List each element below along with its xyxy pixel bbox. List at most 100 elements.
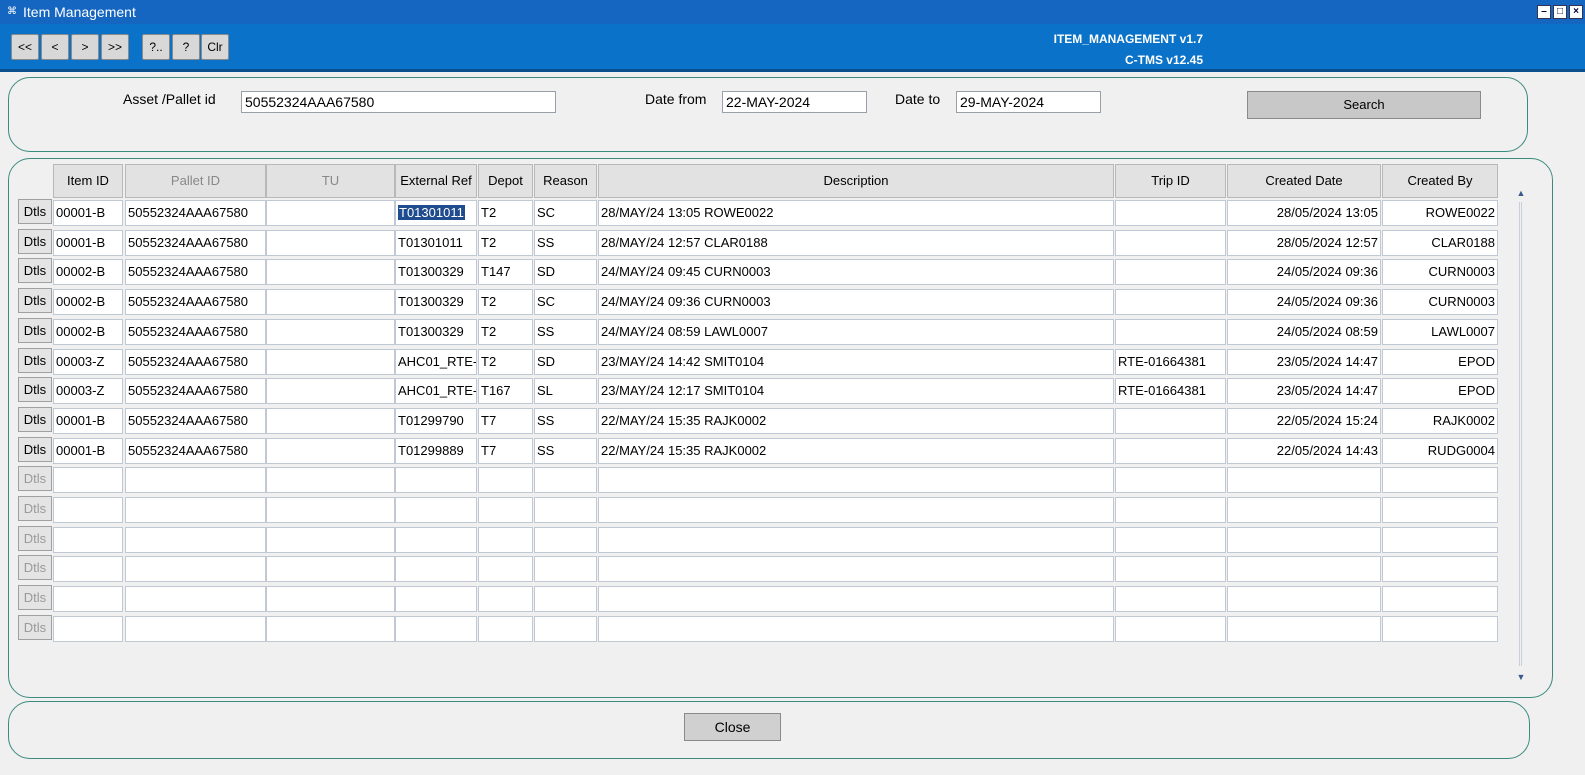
col-item-id[interactable]: Item ID [53,164,123,198]
cell-trip-id[interactable] [1115,259,1226,285]
cell-created-by[interactable] [1382,586,1498,612]
cell-created-date[interactable] [1227,527,1381,553]
cell-created-by[interactable]: LAWL0007 [1382,319,1498,345]
cell-created-date[interactable]: 28/05/2024 12:57 [1227,230,1381,256]
cell-depot[interactable]: T7 [478,408,533,434]
cell-tu[interactable] [266,378,395,404]
next-record-button[interactable]: > [71,34,99,60]
cell-created-date[interactable]: 24/05/2024 08:59 [1227,319,1381,345]
cell-trip-id[interactable] [1115,527,1226,553]
cell-description[interactable]: 22/MAY/24 15:35 RAJK0002 [598,408,1114,434]
details-button[interactable]: Dtls [18,377,52,402]
cell-created-by[interactable] [1382,497,1498,523]
cell-created-by[interactable]: CURN0003 [1382,259,1498,285]
cell-item-id[interactable]: 00003-Z [53,349,123,375]
cell-reason[interactable]: SD [534,349,597,375]
cell-item-id[interactable]: 00002-B [53,289,123,315]
col-created-date[interactable]: Created Date [1227,164,1381,198]
cell-description[interactable]: 23/MAY/24 14:42 SMIT0104 [598,349,1114,375]
cell-depot[interactable] [478,556,533,582]
cell-pallet-id[interactable] [125,616,266,642]
cell-external-ref[interactable]: T01300329 [395,259,477,285]
search-button[interactable]: Search [1247,91,1481,119]
close-window-icon[interactable]: × [1569,5,1583,19]
cell-reason[interactable]: SL [534,378,597,404]
query-button[interactable]: ?.. [142,34,170,60]
cell-tu[interactable] [266,200,395,226]
cell-depot[interactable]: T7 [478,438,533,464]
cell-created-by[interactable] [1382,467,1498,493]
cell-trip-id[interactable]: RTE-01664381 [1115,378,1226,404]
cell-tu[interactable] [266,527,395,553]
cell-depot[interactable] [478,616,533,642]
cell-description[interactable]: 24/MAY/24 09:36 CURN0003 [598,289,1114,315]
cell-external-ref[interactable] [395,586,477,612]
cell-item-id[interactable] [53,586,123,612]
cell-description[interactable] [598,497,1114,523]
maximize-icon[interactable]: □ [1553,5,1567,19]
clear-button[interactable]: Clr [201,34,229,60]
cell-external-ref[interactable]: T01299889 [395,438,477,464]
cell-description[interactable]: 28/MAY/24 13:05 ROWE0022 [598,200,1114,226]
cell-external-ref[interactable]: T01300329 [395,289,477,315]
cell-pallet-id[interactable] [125,586,266,612]
cell-pallet-id[interactable]: 50552324AAA67580 [125,200,266,226]
close-button[interactable]: Close [684,713,781,741]
cell-depot[interactable]: T2 [478,289,533,315]
cell-depot[interactable]: T2 [478,230,533,256]
details-button[interactable]: Dtls [18,437,52,462]
cell-pallet-id[interactable]: 50552324AAA67580 [125,319,266,345]
scroll-down-icon[interactable]: ▼ [1514,670,1528,684]
cell-created-date[interactable] [1227,616,1381,642]
cell-item-id[interactable]: 00002-B [53,319,123,345]
cell-trip-id[interactable] [1115,230,1226,256]
cell-reason[interactable] [534,467,597,493]
cell-external-ref[interactable] [395,556,477,582]
cell-description[interactable]: 24/MAY/24 09:45 CURN0003 [598,259,1114,285]
cell-pallet-id[interactable] [125,527,266,553]
asset-pallet-input[interactable]: 50552324AAA67580 [241,91,556,113]
cell-external-ref[interactable] [395,497,477,523]
cell-tu[interactable] [266,586,395,612]
cell-created-date[interactable] [1227,586,1381,612]
cell-pallet-id[interactable]: 50552324AAA67580 [125,438,266,464]
cell-pallet-id[interactable]: 50552324AAA67580 [125,230,266,256]
col-trip-id[interactable]: Trip ID [1115,164,1226,198]
cell-trip-id[interactable]: RTE-01664381 [1115,349,1226,375]
cell-created-by[interactable]: EPOD [1382,349,1498,375]
cell-description[interactable]: 23/MAY/24 12:17 SMIT0104 [598,378,1114,404]
cell-reason[interactable] [534,497,597,523]
details-button[interactable]: Dtls [18,318,52,343]
cell-description[interactable] [598,556,1114,582]
cell-tu[interactable] [266,438,395,464]
col-created-by[interactable]: Created By [1382,164,1498,198]
cell-external-ref[interactable]: T01301011 [395,230,477,256]
cell-tu[interactable] [266,289,395,315]
cell-description[interactable]: 22/MAY/24 15:35 RAJK0002 [598,438,1114,464]
cell-created-date[interactable] [1227,497,1381,523]
help-button[interactable]: ? [172,34,200,60]
minimize-icon[interactable]: – [1537,5,1551,19]
cell-pallet-id[interactable]: 50552324AAA67580 [125,289,266,315]
details-button[interactable]: Dtls [18,258,52,283]
cell-item-id[interactable]: 00001-B [53,408,123,434]
cell-reason[interactable] [534,527,597,553]
cell-item-id[interactable]: 00001-B [53,438,123,464]
cell-created-date[interactable]: 23/05/2024 14:47 [1227,378,1381,404]
cell-tu[interactable] [266,349,395,375]
cell-external-ref[interactable]: AHC01_RTE-( [395,349,477,375]
table-scrollbar[interactable]: ▲ ▼ [1514,186,1528,684]
last-record-button[interactable]: >> [101,34,129,60]
cell-created-by[interactable] [1382,527,1498,553]
col-reason[interactable]: Reason [534,164,597,198]
cell-depot[interactable] [478,467,533,493]
cell-external-ref[interactable] [395,527,477,553]
cell-item-id[interactable] [53,527,123,553]
cell-created-date[interactable]: 22/05/2024 15:24 [1227,408,1381,434]
cell-created-date[interactable]: 24/05/2024 09:36 [1227,289,1381,315]
cell-trip-id[interactable] [1115,408,1226,434]
cell-created-date[interactable] [1227,556,1381,582]
cell-reason[interactable] [534,586,597,612]
cell-created-by[interactable]: EPOD [1382,378,1498,404]
cell-tu[interactable] [266,616,395,642]
